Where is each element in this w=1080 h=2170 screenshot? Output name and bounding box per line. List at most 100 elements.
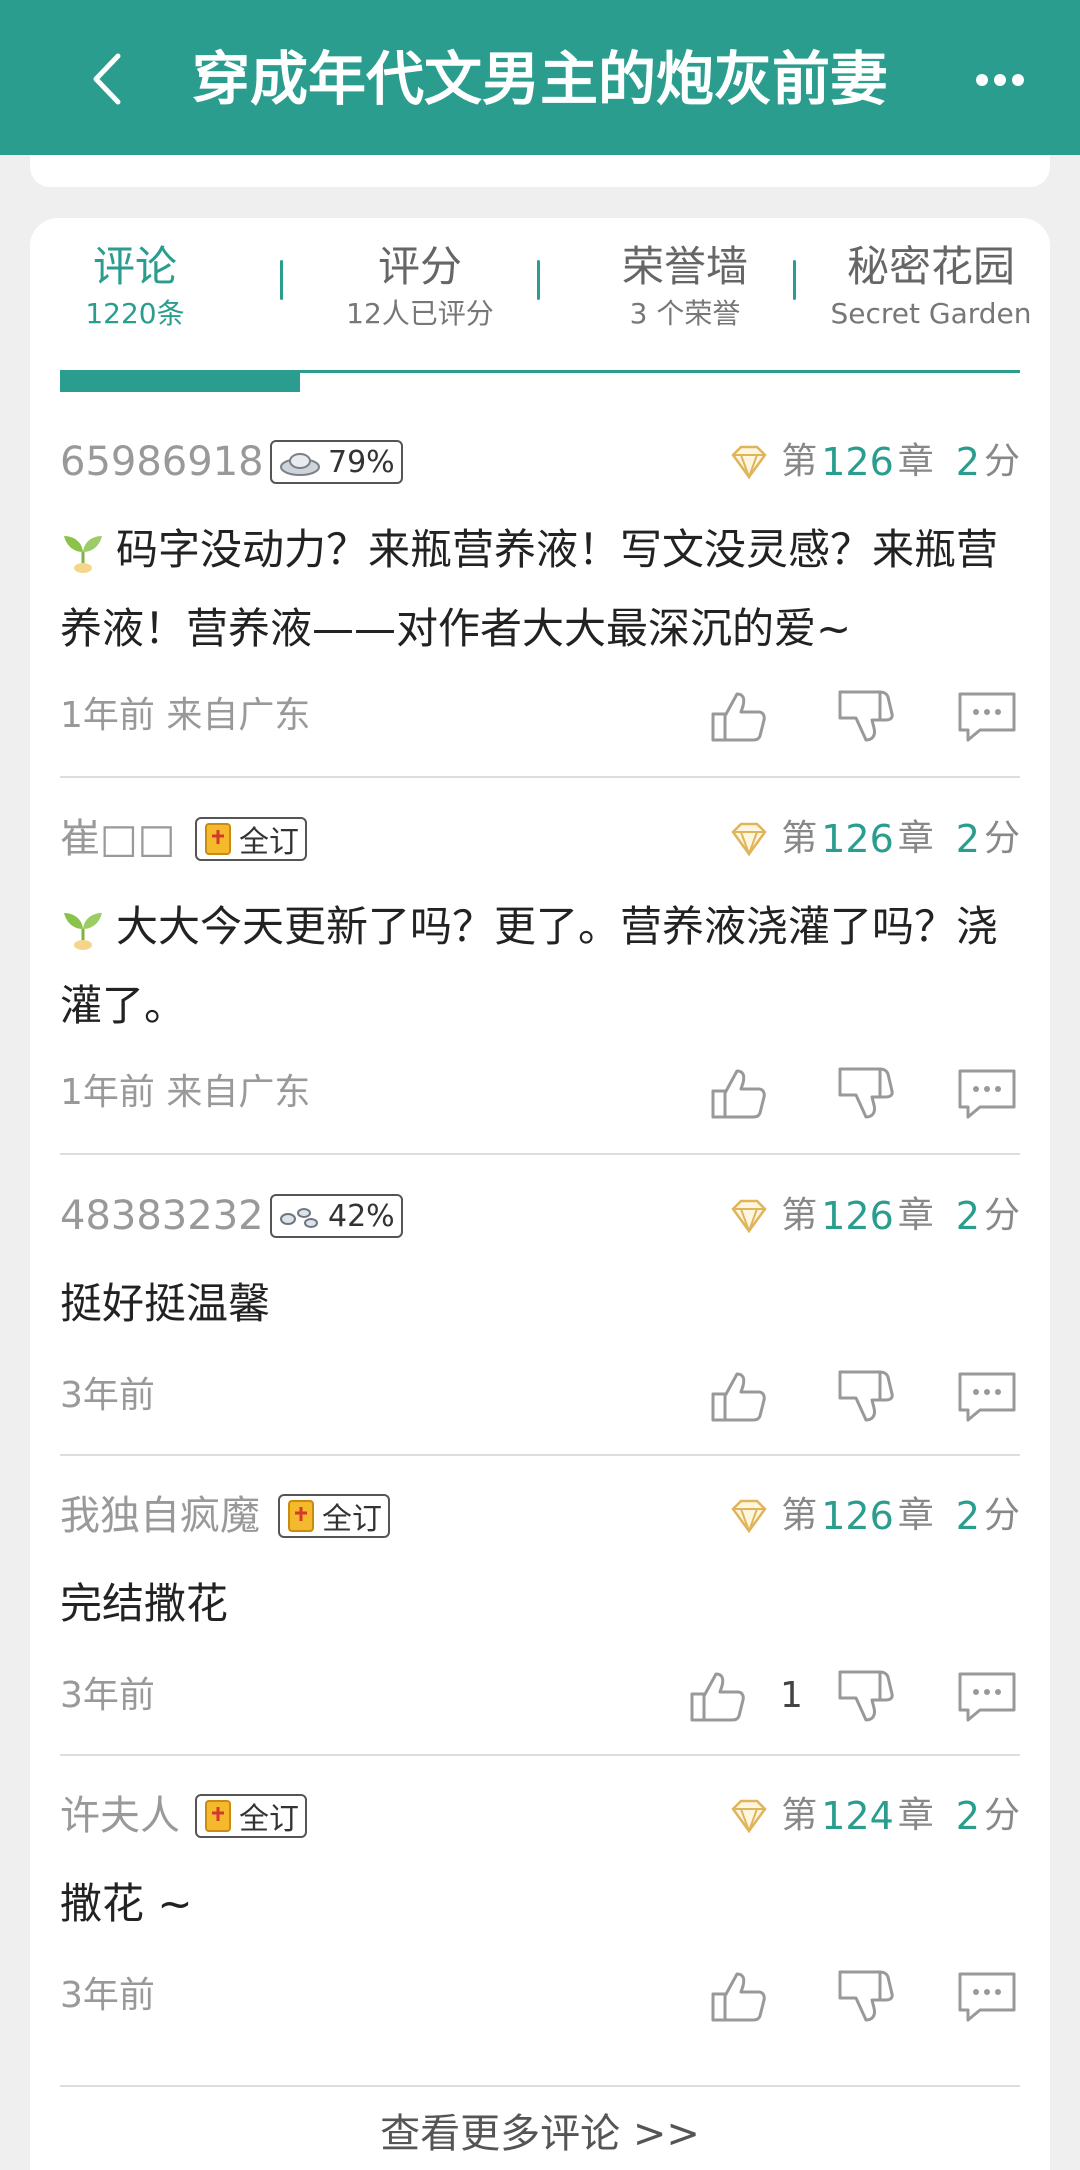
tab-sub: Secret Garden: [830, 297, 1032, 330]
comment-divider: [60, 1153, 1020, 1155]
tab-label: 荣誉墙: [621, 242, 748, 291]
comment-reply-icon[interactable]: [954, 1966, 1020, 2026]
tab-separator: [280, 260, 283, 300]
comment-header: 崔□□ 全订 第 126 章 2 分: [60, 809, 1020, 869]
badge-text: 全订: [239, 1802, 299, 1837]
score-unit: 分: [983, 441, 1020, 482]
comment-reply-icon[interactable]: [954, 1366, 1020, 1426]
badge-text: 42%: [328, 1198, 395, 1234]
chapter-suffix: 章: [897, 441, 934, 482]
score-number: 2: [955, 440, 980, 484]
comment-header: 我独自疯魔 全订 第 126 章 2 分: [60, 1486, 1020, 1546]
comment-divider: [60, 1454, 1020, 1456]
comment-header: 65986918 79% 第 126 章 2 分: [60, 432, 1020, 492]
thumbs-down-icon[interactable]: [832, 1366, 898, 1426]
comment-username[interactable]: 65986918: [60, 432, 264, 492]
comment-reply-icon[interactable]: [954, 1666, 1020, 1726]
comment-text: 码字没动力？来瓶营养液！写文没灵感？来瓶营养液！营养液——对作者大大最深沉的爱~: [60, 525, 999, 653]
comment-reply-icon[interactable]: [954, 686, 1020, 746]
comment-header: 48383232 42% 第 126 章 2 分: [60, 1186, 1020, 1246]
chapter-suffix: 章: [897, 1795, 934, 1836]
chapter-prefix: 第: [781, 441, 818, 482]
tab-ratings[interactable]: 评分 12人已评分: [300, 238, 540, 348]
tab-honor-wall[interactable]: 荣誉墙 3 个荣誉: [560, 238, 810, 348]
user-badge: 全订: [195, 817, 307, 861]
comment-text-block: 码字没动力？来瓶营养液！写文没灵感？来瓶营养液！营养液——对作者大大最深沉的爱~: [60, 510, 1020, 668]
comment-divider: [60, 776, 1020, 778]
diamond-icon: [731, 1199, 767, 1233]
tab-comments[interactable]: 评论 1220条: [50, 238, 220, 348]
view-more-comments-link[interactable]: 查看更多评论 >>: [60, 2098, 1020, 2170]
user-badge: 全订: [195, 1794, 307, 1838]
chapter-suffix: 章: [897, 1195, 934, 1236]
comment-time: 3年前: [60, 1975, 155, 2016]
score-unit: 分: [983, 1195, 1020, 1236]
comment-time: 3年前: [60, 1375, 155, 1416]
chapter-score: 第 126 章 2 分: [729, 1186, 1020, 1246]
diamond-icon: [731, 1799, 767, 1833]
page-title: 穿成年代文男主的炮灰前妻: [191, 45, 888, 113]
score-number: 2: [955, 817, 980, 861]
active-tab-indicator: [60, 370, 300, 392]
full-subscription-icon: [288, 1500, 314, 1532]
full-subscription-icon: [205, 1800, 231, 1832]
tab-sub: 12人已评分: [346, 297, 494, 330]
comment-footer: 3年前 1: [60, 1666, 1020, 1726]
previous-card-bottom: [30, 155, 1050, 187]
thumbs-up-icon[interactable]: [705, 1063, 771, 1123]
comment-text-block: 大大今天更新了吗？更了。营养液浇灌了吗？浇灌了。: [60, 887, 1020, 1045]
comment-username[interactable]: 48383232: [60, 1186, 264, 1246]
comment-item: 我独自疯魔 全订 第 126 章 2 分 完结撒花 3年前 1: [60, 1486, 1020, 1756]
chapter-number: 124: [821, 1794, 894, 1838]
score-unit: 分: [983, 818, 1020, 859]
thumbs-down-icon[interactable]: [832, 1063, 898, 1123]
like-count: 1: [780, 1675, 803, 1716]
tab-label: 评论: [92, 242, 177, 291]
comment-item: 48383232 42% 第 126 章 2 分 挺好挺温馨 3年前: [60, 1186, 1020, 1456]
chapter-suffix: 章: [897, 818, 934, 859]
thumbs-up-icon[interactable]: [705, 1966, 771, 2026]
thumbs-down-icon[interactable]: [832, 1666, 898, 1726]
diamond-icon: [731, 445, 767, 479]
user-badge: 42%: [270, 1194, 403, 1238]
tab-bar: 评论 1220条 评分 12人已评分 荣誉墙 3 个荣誉 秘密花园 Secret…: [30, 230, 1050, 350]
comment-item: 65986918 79% 第 126 章 2 分 码字没动力？来瓶营养液！写文没…: [60, 432, 1020, 778]
comment-text: 完结撒花: [60, 1579, 229, 1628]
chapter-score: 第 126 章 2 分: [729, 1486, 1020, 1546]
comment-username[interactable]: 我独自疯魔: [60, 1486, 260, 1546]
comment-text: 大大今天更新了吗？更了。营养液浇灌了吗？浇灌了。: [60, 902, 999, 1030]
comment-username[interactable]: 崔□□: [60, 809, 176, 869]
thumbs-down-icon[interactable]: [832, 686, 898, 746]
app-header: 穿成年代文男主的炮灰前妻: [0, 0, 1080, 155]
score-number: 2: [955, 1194, 980, 1238]
thumbs-up-icon[interactable]: [705, 1366, 771, 1426]
comment-footer: 1年前 来自广东: [60, 1063, 1020, 1123]
comment-reply-icon[interactable]: [954, 1063, 1020, 1123]
tab-secret-garden[interactable]: 秘密花园 Secret Garden: [815, 238, 1047, 348]
diamond-icon: [731, 822, 767, 856]
more-dots-icon[interactable]: [960, 40, 1040, 120]
chapter-score: 第 126 章 2 分: [729, 809, 1020, 869]
comment-header: 许夫人 全订 第 124 章 2 分: [60, 1786, 1020, 1846]
pebbles-icon: [280, 1208, 318, 1228]
tab-sub: 3 个荣誉: [629, 297, 741, 330]
score-number: 2: [955, 1494, 980, 1538]
badge-text: 全订: [322, 1502, 382, 1537]
score-unit: 分: [983, 1795, 1020, 1836]
comment-username[interactable]: 许夫人: [60, 1786, 180, 1846]
thumbs-up-icon[interactable]: [705, 686, 771, 746]
chapter-number: 126: [821, 440, 894, 484]
chapter-number: 126: [821, 1194, 894, 1238]
comment-footer: 1年前 来自广东: [60, 686, 1020, 746]
comment-time: 1年前 来自广东: [60, 695, 311, 736]
comment-text-block: 挺好挺温馨: [60, 1264, 1020, 1343]
thumbs-up-icon[interactable]: [684, 1666, 750, 1726]
chapter-number: 126: [821, 1494, 894, 1538]
thumbs-down-icon[interactable]: [832, 1966, 898, 2026]
tab-separator: [537, 260, 540, 300]
comment-text-block: 撒花 ~: [60, 1864, 1020, 1943]
tab-label: 秘密花园: [846, 242, 1015, 291]
user-badge: 79%: [270, 440, 403, 484]
chevron-left-icon[interactable]: [70, 34, 150, 124]
chapter-prefix: 第: [781, 818, 818, 859]
